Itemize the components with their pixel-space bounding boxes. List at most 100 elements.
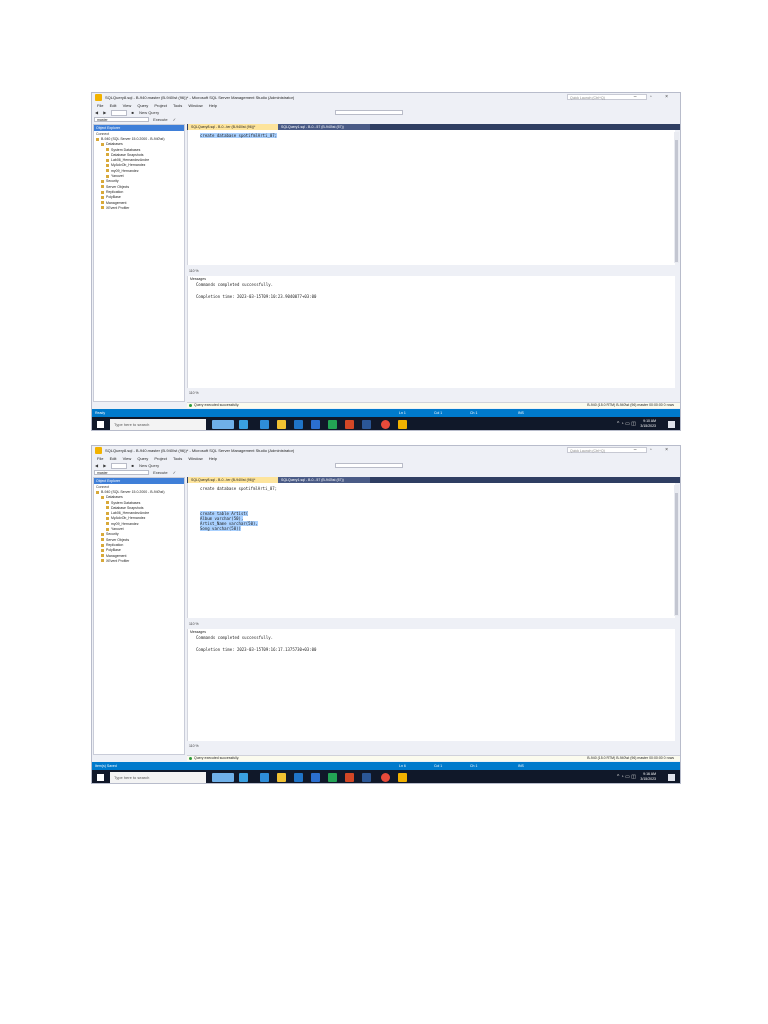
folder-icon bbox=[101, 548, 104, 552]
success-icon bbox=[189, 403, 192, 407]
editor-zoom[interactable]: 110 % bbox=[187, 269, 680, 274]
database-icon bbox=[106, 511, 109, 515]
tree-label: Management bbox=[106, 553, 127, 558]
tray-icons[interactable]: ^ ◔ ▭ ◫ bbox=[617, 421, 636, 427]
ssms-taskbar-icon[interactable] bbox=[398, 420, 407, 429]
window-title: SQLQuery8.sql - B-940.master (B-940\st (… bbox=[105, 95, 295, 100]
store-icon[interactable] bbox=[294, 773, 303, 782]
menu-edit[interactable]: Edit bbox=[110, 102, 117, 109]
scrollbar-thumb[interactable] bbox=[675, 140, 678, 262]
pinned-app-icon[interactable] bbox=[212, 420, 234, 429]
query-editor[interactable]: create database spotifmlArti_07; bbox=[187, 130, 675, 265]
tree-label: Server Objects bbox=[106, 537, 130, 542]
menu-project[interactable]: Project bbox=[154, 455, 166, 462]
results-zoom[interactable]: 110 % bbox=[187, 391, 680, 396]
powerpoint-icon[interactable] bbox=[345, 420, 354, 429]
excel-icon[interactable] bbox=[328, 420, 337, 429]
sql-toolbar: master Execute ✓ bbox=[92, 116, 680, 123]
tree-label: Server Objects bbox=[106, 184, 130, 189]
editor-zoom[interactable]: 110 % bbox=[187, 622, 680, 627]
mail-icon[interactable] bbox=[311, 773, 320, 782]
menu-query[interactable]: Query bbox=[137, 455, 148, 462]
windows-start-icon[interactable] bbox=[97, 774, 104, 781]
menu-tools[interactable]: Tools bbox=[173, 455, 182, 462]
message-line: Completion time: 2023-03-15T09:10:23.904… bbox=[196, 294, 317, 299]
back-icon[interactable]: ◀ bbox=[95, 463, 98, 468]
menu-help[interactable]: Help bbox=[209, 455, 217, 462]
menu-view[interactable]: View bbox=[123, 455, 132, 462]
parse-icon[interactable]: ✓ bbox=[173, 470, 176, 475]
editor-scrollbar[interactable] bbox=[674, 132, 679, 263]
status-mode: INS bbox=[518, 764, 524, 768]
task-view-icon[interactable] bbox=[239, 773, 248, 782]
store-icon[interactable] bbox=[294, 420, 303, 429]
database-select[interactable]: master bbox=[94, 117, 149, 123]
file-explorer-icon[interactable] bbox=[277, 773, 286, 782]
tree-label: System Databases bbox=[111, 147, 141, 152]
chrome-icon[interactable] bbox=[381, 420, 390, 429]
status-bar: Item(s) Saved Ln 6 Col 1 Ch 1 INS bbox=[92, 762, 680, 770]
notification-icon[interactable] bbox=[668, 774, 675, 781]
tree-label: Security bbox=[106, 179, 119, 184]
task-view-icon[interactable] bbox=[239, 420, 248, 429]
tree-item[interactable]: XEvent Profiler bbox=[94, 206, 184, 211]
menu-help[interactable]: Help bbox=[209, 102, 217, 109]
menu-query[interactable]: Query bbox=[137, 102, 148, 109]
object-tree: B-940 (SQL Server 15.0.2000 - B-940\st) … bbox=[94, 137, 184, 211]
tree-label: Security bbox=[106, 532, 119, 537]
execute-button[interactable]: Execute bbox=[153, 117, 167, 122]
menu-edit[interactable]: Edit bbox=[110, 455, 117, 462]
database-select[interactable]: master bbox=[94, 470, 149, 476]
clock[interactable]: 9:10 AM 3/15/2023 bbox=[640, 419, 656, 429]
tray-icons[interactable]: ^ ◔ ▭ ◫ bbox=[617, 774, 636, 780]
save-icon[interactable]: ■ bbox=[132, 110, 134, 115]
excel-icon[interactable] bbox=[328, 773, 337, 782]
clock[interactable]: 9:16 AM 3/15/2023 bbox=[640, 772, 656, 782]
messages-tab[interactable]: Messages bbox=[190, 630, 206, 634]
chrome-icon[interactable] bbox=[381, 773, 390, 782]
forward-icon[interactable]: ▶ bbox=[103, 110, 106, 115]
taskbar-search-input[interactable]: Type here to search bbox=[110, 772, 206, 783]
results-zoom[interactable]: 110 % bbox=[187, 744, 680, 749]
toolbar-search-input[interactable] bbox=[335, 110, 403, 115]
scrollbar-thumb[interactable] bbox=[675, 493, 678, 615]
new-query-button[interactable]: New Query bbox=[139, 110, 159, 115]
edge-icon[interactable] bbox=[260, 773, 269, 782]
save-icon[interactable]: ■ bbox=[132, 463, 134, 468]
notification-icon[interactable] bbox=[668, 421, 675, 428]
tree-label: PolyBase bbox=[106, 548, 121, 553]
menu-tools[interactable]: Tools bbox=[173, 102, 182, 109]
ssms-app-icon bbox=[95, 94, 102, 101]
menu-view[interactable]: View bbox=[123, 102, 132, 109]
tree-item[interactable]: XEvent Profiler bbox=[94, 559, 184, 564]
execute-button[interactable]: Execute bbox=[153, 470, 167, 475]
menu-window[interactable]: Window bbox=[188, 455, 202, 462]
editor-scrollbar[interactable] bbox=[674, 485, 679, 616]
file-explorer-icon[interactable] bbox=[277, 420, 286, 429]
menu-project[interactable]: Project bbox=[154, 102, 166, 109]
menu-file[interactable]: File bbox=[97, 102, 103, 109]
word-icon[interactable] bbox=[362, 420, 371, 429]
powerpoint-icon[interactable] bbox=[345, 773, 354, 782]
forward-icon[interactable]: ▶ bbox=[103, 463, 106, 468]
edge-icon[interactable] bbox=[260, 420, 269, 429]
folder-icon bbox=[101, 543, 104, 547]
ssms-screenshot-2: SQLQuery8.sql - B-940.master (B-940\st (… bbox=[91, 445, 681, 784]
new-query-button[interactable]: New Query bbox=[139, 463, 159, 468]
menu-window[interactable]: Window bbox=[188, 102, 202, 109]
ssms-taskbar-icon[interactable] bbox=[398, 773, 407, 782]
toolbar-search-input[interactable] bbox=[335, 463, 403, 468]
pinned-app-icon[interactable] bbox=[212, 773, 234, 782]
window-controls[interactable]: – ▫ × bbox=[634, 447, 674, 453]
back-icon[interactable]: ◀ bbox=[95, 110, 98, 115]
menu-file[interactable]: File bbox=[97, 455, 103, 462]
mail-icon[interactable] bbox=[311, 420, 320, 429]
messages-tab[interactable]: Messages bbox=[190, 277, 206, 281]
windows-start-icon[interactable] bbox=[97, 421, 104, 428]
window-controls[interactable]: – ▫ × bbox=[634, 94, 674, 100]
parse-icon[interactable]: ✓ bbox=[173, 117, 176, 122]
word-icon[interactable] bbox=[362, 773, 371, 782]
taskbar-search-input[interactable]: Type here to search bbox=[110, 419, 206, 430]
query-editor[interactable]: create database spotifmlArti_07; create … bbox=[187, 483, 675, 618]
profiler-icon bbox=[101, 559, 104, 563]
